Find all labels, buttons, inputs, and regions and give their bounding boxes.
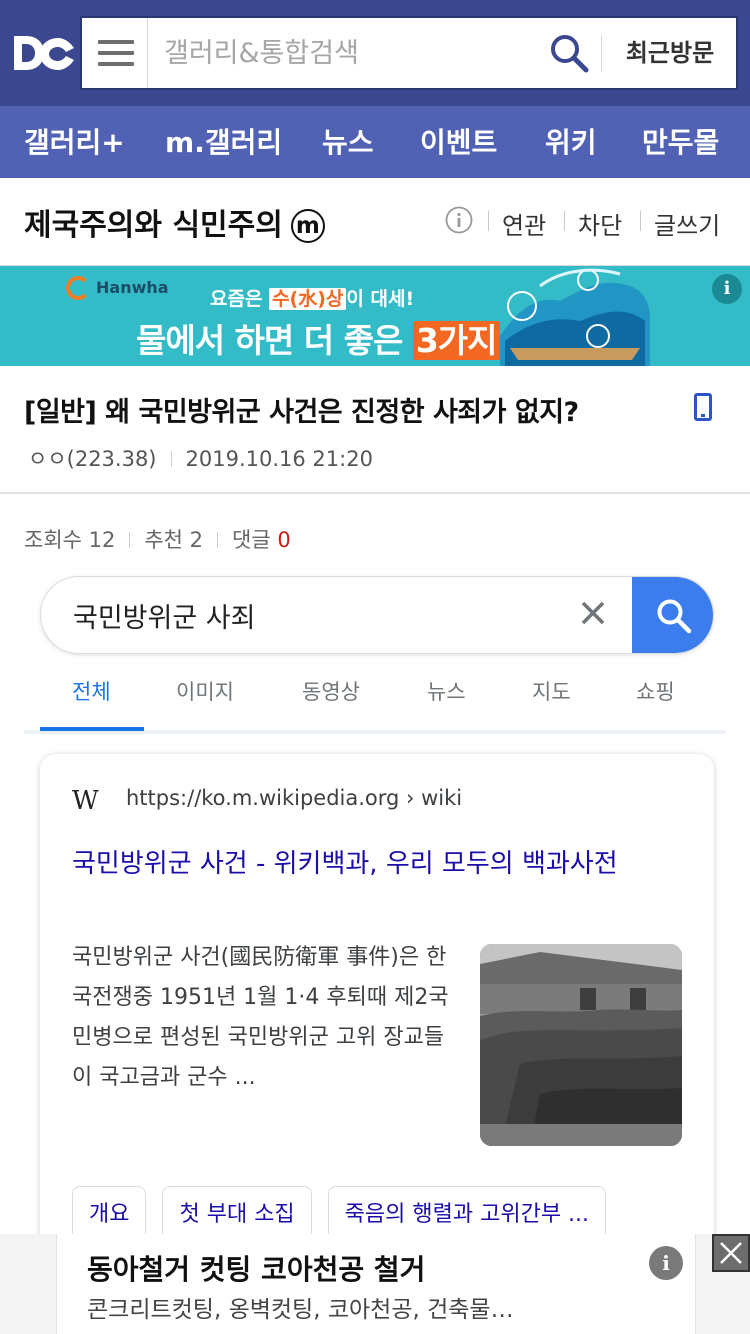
- banner-line-1-post: 이 대세!: [346, 288, 415, 310]
- hamburger-menu-button[interactable]: [82, 18, 148, 88]
- bottom-ad[interactable]: 동아철거 컷팅 코아천공 철거 콘크리트컷팅, 옹벽컷팅, 코아천공, 건축물……: [0, 1234, 750, 1334]
- nav-item-event[interactable]: 이벤트: [420, 106, 497, 178]
- banner-water-illustration: [500, 266, 650, 366]
- gallery-title[interactable]: 제국주의와 식민주의 m: [24, 200, 325, 244]
- post-date: 2019.10.16 21:20: [185, 447, 373, 471]
- dc-logo-icon[interactable]: [10, 26, 76, 78]
- banner-line-1-highlight: 수(水)상: [269, 288, 347, 310]
- divider: [0, 492, 750, 494]
- ad-title[interactable]: 동아철거 컷팅 코아천공 철거: [87, 1248, 425, 1288]
- divider: [129, 532, 131, 548]
- ad-banner[interactable]: Hanwha 요즘은 수(水)상 이 대세! 물에서 하면 더 좋은 3가지: [0, 266, 750, 366]
- result-url: https://ko.m.wikipedia.org › wiki: [126, 786, 463, 810]
- embedded-search-query: 국민방위군 사죄: [73, 603, 256, 634]
- bottom-ad-content[interactable]: 동아철거 컷팅 코아천공 철거 콘크리트컷팅, 옹벽컷팅, 코아천공, 건축물……: [56, 1234, 696, 1334]
- search-result-card: W https://ko.m.wikipedia.org › wiki 국민방위…: [40, 754, 714, 1314]
- banner-line-2-highlight: 3가지: [412, 321, 500, 360]
- ad-info-icon[interactable]: i: [712, 274, 742, 304]
- nav-item-gallery-plus[interactable]: 갤러리+: [24, 106, 125, 178]
- divider: [564, 211, 565, 231]
- mobile-icon: [694, 393, 712, 421]
- result-thumbnail: [480, 944, 682, 1146]
- post-stats: 조회수 12 추천 2 댓글 0: [24, 524, 291, 554]
- nav-item-m-gallery[interactable]: m.갤러리: [165, 106, 282, 178]
- tab-shopping: 쇼핑: [636, 680, 675, 704]
- search-icon: [657, 599, 692, 634]
- banner-line-2: 물에서 하면 더 좋은 3가지: [136, 314, 500, 362]
- banner-line-1-pre: 요즘은: [210, 288, 270, 310]
- top-header: 최근방문: [0, 0, 750, 106]
- result-snippet: 국민방위군 사건(國民防衛軍 事件)은 한국전쟁중 1951년 1월 1·4 후…: [72, 945, 449, 1090]
- nav-item-news[interactable]: 뉴스: [322, 106, 374, 178]
- close-icon[interactable]: [712, 1234, 750, 1272]
- post-meta: ㅇㅇ(223.38) 2019.10.16 21:20: [28, 443, 373, 473]
- hanwha-logo-icon: [66, 276, 90, 300]
- wikipedia-logo-icon: W: [72, 786, 99, 816]
- comment-count-label[interactable]: 댓글: [232, 528, 277, 552]
- main-nav: 갤러리+ m.갤러리 뉴스 이벤트 위키 만두몰: [0, 106, 750, 178]
- result-title: 국민방위군 사건 - 위키백과, 우리 모두의 백과사전: [72, 849, 618, 879]
- comment-count[interactable]: 0: [277, 528, 290, 552]
- ad-info-icon[interactable]: i: [649, 1246, 683, 1280]
- active-tab-indicator: [40, 727, 144, 731]
- embedded-search-bar: 국민방위군 사죄: [40, 576, 714, 654]
- tab-news: 뉴스: [427, 680, 466, 704]
- divider: [170, 451, 172, 467]
- info-icon[interactable]: [445, 206, 473, 234]
- tab-maps: 지도: [532, 680, 571, 704]
- block-link[interactable]: 차단: [578, 206, 622, 241]
- divider: [217, 532, 219, 548]
- search-icon[interactable]: [548, 32, 590, 74]
- tab-all: 전체: [72, 680, 111, 704]
- minor-gallery-badge: m: [290, 209, 325, 243]
- tab-images: 이미지: [176, 680, 234, 704]
- banner-brand: Hanwha: [96, 278, 169, 297]
- banner-line-1: 요즘은 수(水)상 이 대세!: [210, 284, 414, 311]
- embedded-tabs: 전체 이미지 동영상 뉴스 지도 쇼핑: [24, 664, 726, 734]
- search-box: 최근방문: [80, 16, 738, 90]
- post-author[interactable]: ㅇㅇ(223.38): [28, 447, 157, 471]
- related-link[interactable]: 연관: [502, 206, 546, 241]
- recommend-count: 추천 2: [144, 528, 204, 552]
- view-count: 조회수 12: [24, 528, 116, 552]
- gallery-header: 제국주의와 식민주의 m 연관 차단 글쓰기: [0, 178, 750, 266]
- clear-icon: [579, 599, 607, 627]
- nav-item-wiki[interactable]: 위키: [545, 106, 597, 178]
- divider: [601, 36, 602, 72]
- search-input[interactable]: [148, 18, 546, 88]
- recent-visits-button[interactable]: 최근방문: [604, 18, 736, 88]
- gallery-title-text: 제국주의와 식민주의: [24, 208, 283, 243]
- divider: [488, 211, 489, 231]
- write-link[interactable]: 글쓰기: [654, 206, 720, 241]
- banner-line-2-pre: 물에서 하면 더 좋은: [136, 321, 413, 360]
- ad-description[interactable]: 콘크리트컷팅, 옹벽컷팅, 코아천공, 건축물…: [87, 1290, 647, 1324]
- embedded-search-button: [632, 577, 713, 653]
- nav-item-mandumall[interactable]: 만두몰: [642, 106, 719, 178]
- divider: [640, 211, 641, 231]
- tab-videos: 동영상: [302, 680, 360, 704]
- post-title: [일반] 왜 국민방위군 사건은 진정한 사죄가 없지?: [24, 397, 579, 428]
